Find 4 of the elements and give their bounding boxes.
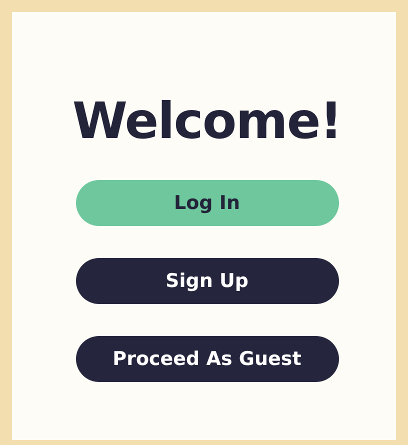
secondary-button[interactable]: Proceed As Guest xyxy=(76,336,338,382)
welcome-title: Welcome! xyxy=(72,92,342,150)
primary-button[interactable]: Log In xyxy=(76,180,338,226)
secondary-button[interactable]: Sign Up xyxy=(76,258,338,304)
